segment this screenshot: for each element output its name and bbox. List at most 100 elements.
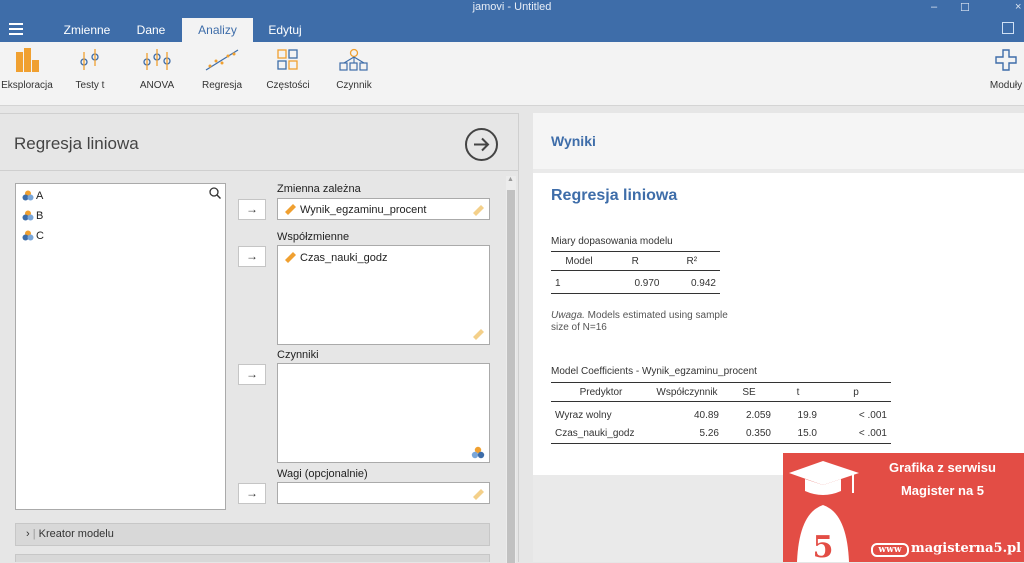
coef-cell: < .001 [858, 409, 887, 421]
factor-icon [339, 48, 368, 71]
toggle-panel-icon[interactable] [1002, 22, 1014, 34]
title-bar: jamovi - Untitled – ☐ × [0, 0, 1024, 18]
fit-header-model: Model [551, 251, 607, 271]
close-button[interactable]: × [1015, 1, 1021, 13]
coef-table-title: Model Coefficients - Wynik_egzaminu_proc… [551, 366, 757, 377]
variable-label: A [36, 190, 44, 202]
fit-table-note: Uwaga. Models estimated using sample siz… [551, 310, 731, 334]
variable-item-b[interactable]: B [22, 210, 43, 222]
fit-table: Model R R² 1 0.970 0.942 [551, 251, 720, 294]
badge-line2: Magister na 5 [900, 483, 985, 498]
weights-label: Wagi (opcjonalnie) [277, 468, 368, 480]
fit-header-r: R [607, 251, 664, 271]
covariates-field[interactable]: Czas_nauki_godz [277, 245, 490, 345]
move-to-factors-button[interactable]: → [238, 364, 266, 385]
tab-dane[interactable]: Dane [124, 18, 178, 42]
model-builder-section[interactable]: › | Kreator modelu [15, 523, 490, 546]
coef-cell: 0.350 [723, 424, 775, 444]
ribbon-modules-button[interactable]: Moduły [988, 48, 1024, 91]
factors-label: Czynniki [277, 349, 319, 361]
graduate-logo-icon: 5 [789, 461, 859, 562]
analysis-ribbon: Eksploracja Testy t ANOVA Regresja Częst… [0, 42, 1024, 106]
ruler-icon [285, 204, 296, 215]
continuous-variable-icon [22, 190, 34, 201]
result-title: Regresja liniowa [551, 187, 678, 204]
ruler-icon [473, 205, 484, 216]
scroll-thumb[interactable] [507, 190, 515, 563]
results-heading: Wyniki [551, 133, 596, 149]
dependent-value: Wynik_egzaminu_procent [300, 204, 427, 216]
coef-cell: 19.9 [797, 409, 817, 421]
scroll-up-icon[interactable]: ▲ [507, 176, 514, 183]
coef-cell: 5.26 [651, 424, 723, 444]
ttest-icon [80, 49, 99, 70]
coef-cell: Wyraz wolny [555, 409, 612, 421]
weights-field[interactable] [277, 482, 490, 504]
tab-analizy[interactable]: Analizy [182, 18, 253, 42]
continuous-variable-icon [22, 230, 34, 241]
badge-url: magisterna5.pl [911, 541, 1022, 556]
ruler-icon [473, 489, 484, 500]
results-header: Wyniki [533, 113, 1024, 169]
tab-zmienne[interactable]: Zmienne [50, 18, 124, 42]
nominal-variable-icon [471, 446, 485, 459]
dependent-item[interactable]: Wynik_egzaminu_procent [283, 202, 426, 216]
exploration-icon [16, 48, 39, 72]
ribbon-frequencies-button[interactable]: Częstości [264, 48, 312, 91]
variable-item-a[interactable]: A [22, 190, 43, 202]
coef-header-se: SE [723, 382, 775, 402]
tab-edytuj[interactable]: Edytuj [253, 18, 317, 42]
fit-table-title: Miary dopasowania modelu [551, 236, 673, 247]
badge-www: www [871, 543, 909, 557]
maximize-button[interactable]: ☐ [960, 1, 970, 14]
ribbon-exploration-button[interactable]: Eksploracja [0, 48, 54, 91]
arrow-right-circle-icon [474, 137, 490, 152]
fit-cell: 0.970 [607, 274, 664, 294]
run-arrow-button[interactable] [465, 128, 498, 161]
coef-header-predictor: Predyktor [551, 382, 651, 402]
coef-header-p: p [821, 382, 891, 402]
frequencies-icon [277, 49, 298, 70]
ribbon-anova-label: ANOVA [139, 80, 175, 91]
fit-cell: 1 [551, 274, 607, 294]
regression-icon [205, 49, 239, 71]
dependent-field[interactable]: Wynik_egzaminu_procent [277, 198, 490, 220]
note-label: Uwaga. [551, 310, 585, 321]
badge-line1: Grafika z serwisu [889, 460, 996, 475]
move-to-covariates-button[interactable]: → [238, 246, 266, 267]
ribbon-regression-button[interactable]: Regresja [198, 48, 246, 91]
next-section[interactable] [15, 554, 490, 562]
ribbon-frequencies-label: Częstości [266, 80, 310, 91]
hamburger-menu-icon[interactable] [9, 23, 23, 35]
ribbon-ttest-button[interactable]: Testy t [70, 48, 110, 91]
coef-cell: 40.89 [693, 409, 719, 421]
watermark-badge: 5 Grafika z serwisu Magister na 5 www ma… [783, 453, 1024, 562]
variable-list[interactable]: A B C [15, 183, 226, 510]
fit-cell: 0.942 [663, 274, 720, 294]
ribbon-anova-button[interactable]: ANOVA [135, 48, 179, 91]
ribbon-exploration-label: Eksploracja [1, 80, 53, 91]
ribbon-factor-label: Czynnik [336, 80, 372, 91]
ribbon-regression-label: Regresja [201, 80, 243, 91]
results-body: Regresja liniowa Miary dopasowania model… [533, 173, 1024, 475]
covariate-item[interactable]: Czas_nauki_godz [283, 250, 387, 264]
continuous-variable-icon [22, 210, 34, 221]
ribbon-factor-button[interactable]: Czynnik [332, 48, 376, 91]
options-scrollbar[interactable]: ▲ [506, 176, 516, 563]
search-icon[interactable] [209, 187, 221, 199]
ribbon-ttest-label: Testy t [75, 80, 105, 91]
dependent-label: Zmienna zależna [277, 183, 361, 195]
badge-digit: 5 [813, 530, 834, 562]
coef-table: Predyktor Współczynnik SE t p Wyraz woln… [551, 382, 891, 444]
coef-cell: < .001 [821, 424, 891, 444]
main-tab-bar: Zmienne Dane Analizy Edytuj [0, 18, 1024, 42]
covariates-label: Współzmienne [277, 231, 350, 243]
options-divider [0, 170, 519, 171]
variable-item-c[interactable]: C [22, 230, 44, 242]
factors-field[interactable] [277, 363, 490, 463]
move-to-weights-button[interactable]: → [238, 483, 266, 504]
minimize-button[interactable]: – [931, 1, 937, 13]
ruler-icon [473, 329, 484, 340]
coef-header-estimate: Współczynnik [651, 382, 723, 402]
move-to-dependent-button[interactable]: → [238, 199, 266, 220]
